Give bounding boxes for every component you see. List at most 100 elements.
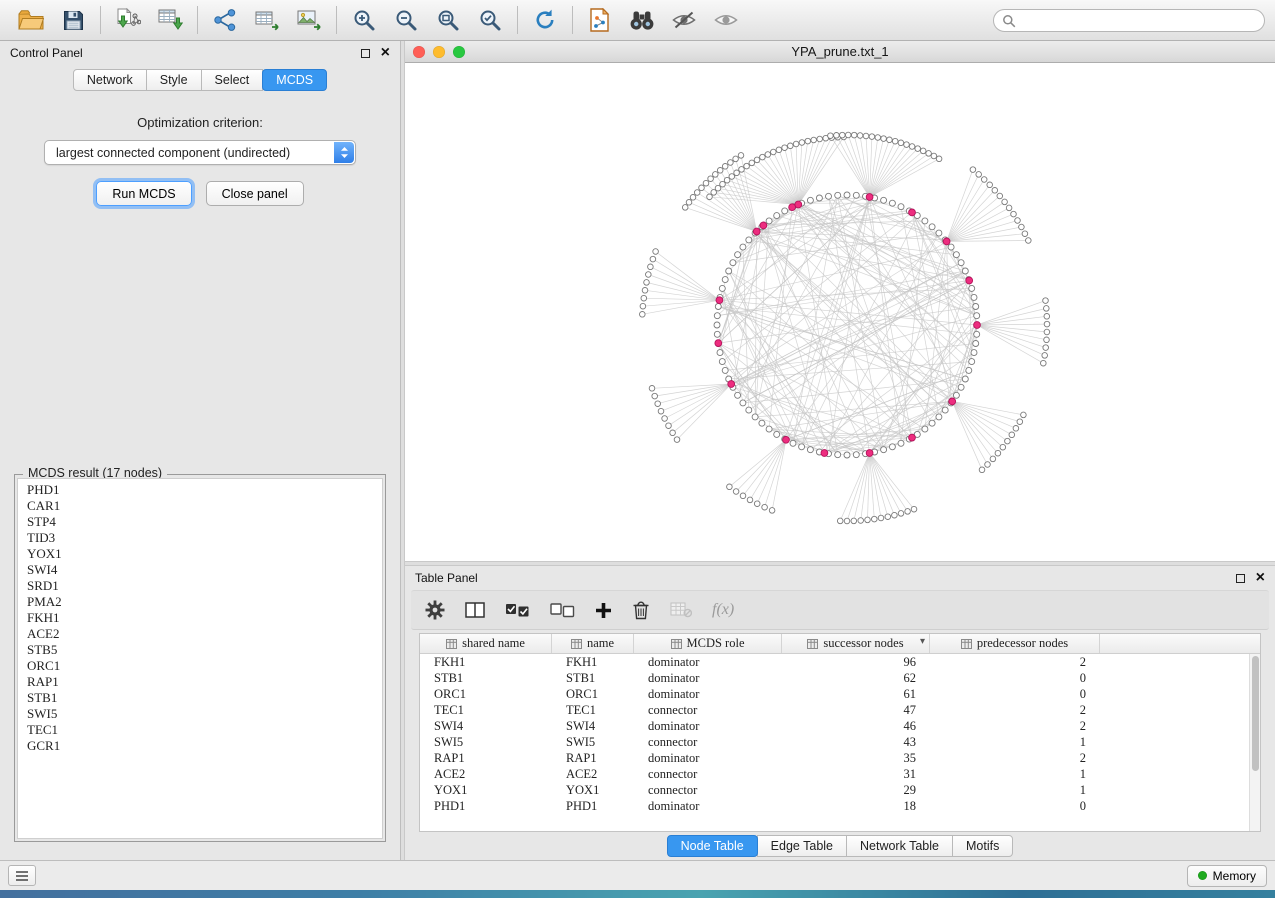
- mcds-result-list[interactable]: PHD1CAR1STP4TID3YOX1SWI4SRD1PMA2FKH1ACE2…: [17, 478, 383, 839]
- save-session-button[interactable]: [52, 3, 94, 37]
- mcds-node[interactable]: SWI5: [18, 706, 382, 722]
- column-header-predecessor-nodes[interactable]: predecessor nodes: [930, 634, 1100, 653]
- column-header-name[interactable]: name: [552, 634, 634, 653]
- column-header-successor-nodes[interactable]: successor nodes▾: [782, 634, 930, 653]
- tab-network[interactable]: Network: [73, 69, 147, 91]
- select-all-rows-button[interactable]: [505, 595, 530, 625]
- add-column-button[interactable]: [595, 595, 612, 625]
- column-icon: [671, 639, 682, 649]
- table-row[interactable]: TEC1TEC1connector472: [420, 702, 1260, 718]
- show-details-button[interactable]: [705, 3, 747, 37]
- mcds-node[interactable]: YOX1: [18, 546, 382, 562]
- column-header-shared-name[interactable]: shared name: [420, 634, 552, 653]
- table-row[interactable]: RAP1RAP1dominator352: [420, 750, 1260, 766]
- tab-node-table[interactable]: Node Table: [667, 835, 758, 857]
- dropdown-arrows-icon: [334, 142, 354, 163]
- panel-menu-button[interactable]: [8, 865, 36, 886]
- tab-edge-table[interactable]: Edge Table: [757, 835, 847, 857]
- toggle-columns-button[interactable]: [465, 595, 485, 625]
- mcds-node[interactable]: STB1: [18, 690, 382, 706]
- float-table-panel-icon[interactable]: [1236, 574, 1245, 583]
- table-row[interactable]: SWI5SWI5connector431: [420, 734, 1260, 750]
- cell-predecessor-nodes: 2: [930, 703, 1100, 718]
- import-network-button[interactable]: [107, 3, 149, 37]
- tab-network-table[interactable]: Network Table: [846, 835, 953, 857]
- mcds-node[interactable]: SRD1: [18, 578, 382, 594]
- close-panel-icon[interactable]: ×: [381, 48, 390, 58]
- scrollbar-thumb[interactable]: [1252, 656, 1259, 771]
- hide-details-button[interactable]: [663, 3, 705, 37]
- memory-button[interactable]: Memory: [1187, 865, 1267, 887]
- cell-name: ACE2: [552, 767, 634, 782]
- table-row[interactable]: YOX1YOX1connector291: [420, 782, 1260, 798]
- share-document-button[interactable]: [579, 3, 621, 37]
- cell-successor-nodes: 47: [782, 703, 930, 718]
- table-row[interactable]: PHD1PHD1dominator180: [420, 798, 1260, 814]
- tab-motifs[interactable]: Motifs: [952, 835, 1013, 857]
- control-tabs: NetworkStyleSelectMCDS: [0, 65, 400, 99]
- table-row[interactable]: FKH1FKH1dominator962: [420, 654, 1260, 670]
- deselect-all-rows-button[interactable]: [550, 595, 575, 625]
- mcds-node[interactable]: FKH1: [18, 610, 382, 626]
- export-network-button[interactable]: [204, 3, 246, 37]
- tab-mcds[interactable]: MCDS: [262, 69, 327, 91]
- mcds-node[interactable]: SWI4: [18, 562, 382, 578]
- function-builder-button[interactable]: f(x): [712, 595, 734, 625]
- fx-icon: f(x): [712, 601, 734, 619]
- export-image-button[interactable]: [288, 3, 330, 37]
- tab-style[interactable]: Style: [146, 69, 202, 91]
- network-canvas[interactable]: [405, 63, 1275, 561]
- search-network-button[interactable]: [621, 3, 663, 37]
- mcds-node[interactable]: ACE2: [18, 626, 382, 642]
- memory-label: Memory: [1213, 869, 1256, 883]
- mcds-node[interactable]: ORC1: [18, 658, 382, 674]
- delete-column-button[interactable]: [632, 595, 650, 625]
- zoom-fit-button[interactable]: [427, 3, 469, 37]
- run-mcds-button[interactable]: Run MCDS: [96, 181, 191, 206]
- export-table-icon: [254, 8, 280, 32]
- column-icon: [571, 639, 582, 649]
- mcds-node[interactable]: PMA2: [18, 594, 382, 610]
- table-row[interactable]: ORC1ORC1dominator610: [420, 686, 1260, 702]
- minimize-window-button[interactable]: [433, 46, 445, 58]
- trash-icon: [632, 600, 650, 620]
- cell-predecessor-nodes: 1: [930, 783, 1100, 798]
- mcds-node[interactable]: CAR1: [18, 498, 382, 514]
- zoom-out-button[interactable]: [385, 3, 427, 37]
- sort-chevron-icon[interactable]: ▾: [920, 636, 925, 647]
- mcds-node[interactable]: STP4: [18, 514, 382, 530]
- mcds-node[interactable]: PHD1: [18, 482, 382, 498]
- cell-name: YOX1: [552, 783, 634, 798]
- column-header-MCDS-role[interactable]: MCDS role: [634, 634, 782, 653]
- table-settings-button[interactable]: [425, 595, 445, 625]
- clear-table-button[interactable]: [670, 595, 692, 625]
- cell-name: ORC1: [552, 687, 634, 702]
- table-row[interactable]: SWI4SWI4dominator462: [420, 718, 1260, 734]
- zoom-in-button[interactable]: [343, 3, 385, 37]
- plus-icon: [595, 602, 612, 619]
- mcds-node[interactable]: STB5: [18, 642, 382, 658]
- table-scrollbar[interactable]: [1249, 654, 1260, 831]
- cell-shared-name: TEC1: [420, 703, 552, 718]
- maximize-window-button[interactable]: [453, 46, 465, 58]
- mcds-node[interactable]: TEC1: [18, 722, 382, 738]
- tab-select[interactable]: Select: [201, 69, 264, 91]
- close-table-panel-icon[interactable]: ×: [1256, 573, 1265, 583]
- open-session-button[interactable]: [10, 3, 52, 37]
- export-table-button[interactable]: [246, 3, 288, 37]
- import-table-button[interactable]: [149, 3, 191, 37]
- mcds-node[interactable]: GCR1: [18, 738, 382, 754]
- mcds-node[interactable]: TID3: [18, 530, 382, 546]
- criterion-dropdown[interactable]: largest connected component (undirected): [44, 140, 356, 165]
- refresh-icon: [533, 8, 557, 32]
- table-row[interactable]: ACE2ACE2connector311: [420, 766, 1260, 782]
- mcds-node[interactable]: RAP1: [18, 674, 382, 690]
- table-row[interactable]: STB1STB1dominator620: [420, 670, 1260, 686]
- refresh-button[interactable]: [524, 3, 566, 37]
- search-input[interactable]: [993, 9, 1265, 32]
- close-window-button[interactable]: [413, 46, 425, 58]
- zoom-selected-button[interactable]: [469, 3, 511, 37]
- close-panel-button[interactable]: Close panel: [206, 181, 304, 206]
- float-panel-icon[interactable]: [361, 49, 370, 58]
- network-titlebar[interactable]: YPA_prune.txt_1: [405, 41, 1275, 63]
